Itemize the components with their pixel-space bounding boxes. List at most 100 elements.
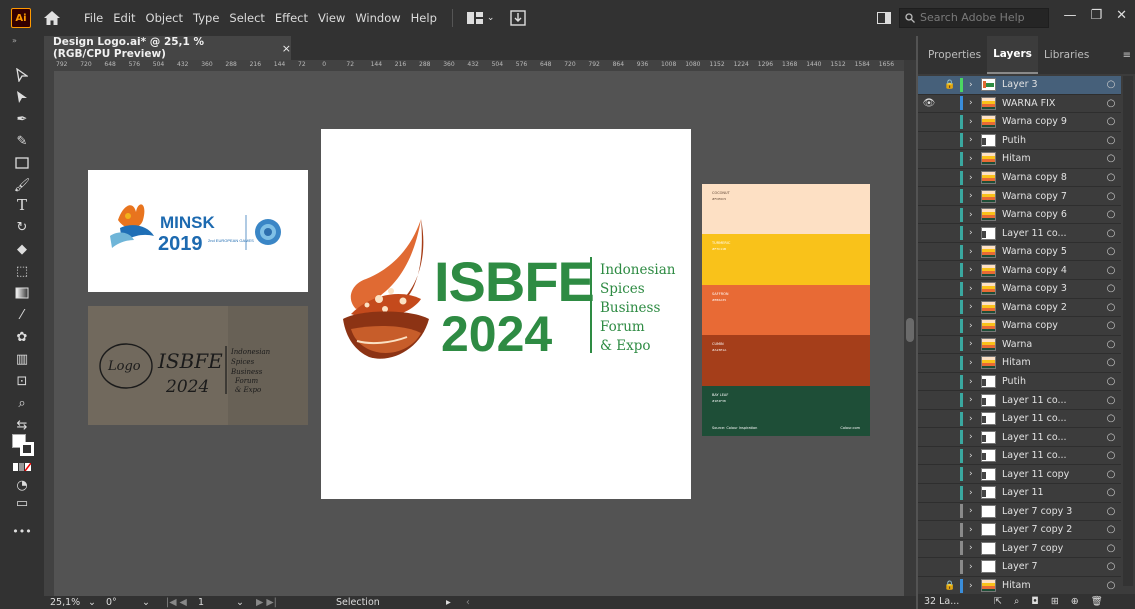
layer-row[interactable]: › Layer 7 copy ○ bbox=[918, 540, 1121, 559]
palette-swatch[interactable]: TURMERIC #F7C11B bbox=[702, 234, 870, 285]
zoom-dropdown-icon[interactable]: ⌄ bbox=[88, 597, 106, 608]
layer-row[interactable]: 🔒 › Hitam ○ bbox=[918, 577, 1121, 596]
lock-icon[interactable]: 🔒 bbox=[940, 80, 960, 90]
shape-builder-tool-icon[interactable]: ⬚ bbox=[12, 262, 32, 280]
menu-edit[interactable]: Edit bbox=[108, 11, 140, 25]
restore-icon[interactable]: ❐ bbox=[1090, 8, 1102, 23]
pen-tool-icon[interactable]: ✒ bbox=[12, 110, 32, 128]
palette-swatch[interactable]: COCONUT #FCE0C5 bbox=[702, 184, 870, 235]
panel-menu-icon[interactable]: ≡ bbox=[1123, 50, 1131, 61]
color-palette-artboard[interactable]: COCONUT #FCE0C5 TURMERIC #F7C11B SAFFRON #E86… bbox=[702, 184, 870, 436]
close-tab-icon[interactable]: × bbox=[282, 42, 291, 55]
chevron-right-icon[interactable]: › bbox=[969, 395, 981, 405]
layer-row[interactable]: › Hitam ○ bbox=[918, 354, 1121, 373]
layer-name[interactable]: Layer 11 bbox=[1002, 487, 1101, 498]
chevron-right-icon[interactable]: › bbox=[969, 135, 981, 145]
eyedropper-tool-icon[interactable]: ⁄ bbox=[12, 306, 32, 324]
layer-row[interactable]: › Warna copy 6 ○ bbox=[918, 206, 1121, 225]
layer-row[interactable]: › Putih ○ bbox=[918, 132, 1121, 151]
chevron-right-icon[interactable]: › bbox=[969, 98, 981, 108]
layer-name[interactable]: Warna copy 2 bbox=[1002, 302, 1101, 313]
target-circle-icon[interactable]: ○ bbox=[1101, 413, 1121, 424]
layer-row[interactable]: 👁 › WARNA FIX ○ bbox=[918, 95, 1121, 114]
selection-tool-icon[interactable] bbox=[12, 66, 32, 84]
chevron-right-icon[interactable]: › bbox=[969, 339, 981, 349]
layer-row[interactable]: › Layer 7 copy 2 ○ bbox=[918, 521, 1121, 540]
chevron-right-icon[interactable]: › bbox=[969, 154, 981, 164]
target-circle-icon[interactable]: ○ bbox=[1101, 153, 1121, 164]
menu-type[interactable]: Type bbox=[188, 11, 224, 25]
layer-name[interactable]: Layer 11 co... bbox=[1002, 395, 1101, 406]
arrange-documents-button[interactable]: ⌄ bbox=[466, 12, 494, 24]
layer-name[interactable]: Layer 7 bbox=[1002, 561, 1101, 572]
locate-object-icon[interactable]: ⌕ bbox=[1014, 596, 1019, 607]
layer-row[interactable]: › Layer 11 ○ bbox=[918, 484, 1121, 503]
share-button[interactable] bbox=[510, 10, 527, 26]
layer-name[interactable]: Warna copy bbox=[1002, 320, 1101, 331]
first-artboard-icon[interactable]: |◀ ◀ bbox=[166, 597, 198, 608]
target-circle-icon[interactable]: ○ bbox=[1101, 135, 1121, 146]
next-artboard-icon[interactable]: ▶ ▶| bbox=[256, 597, 336, 608]
vertical-ruler[interactable] bbox=[44, 71, 54, 596]
chevron-right-icon[interactable]: › bbox=[969, 173, 981, 183]
palette-swatch[interactable]: CUMIN #A23E1A bbox=[702, 335, 870, 386]
more-tools-icon[interactable]: ••• bbox=[12, 522, 32, 540]
layer-name[interactable]: Warna copy 5 bbox=[1002, 246, 1101, 257]
document-tab[interactable]: Design Logo.ai* @ 25,1 % (RGB/CPU Previe… bbox=[44, 36, 291, 60]
target-circle-icon[interactable]: ○ bbox=[1101, 580, 1121, 591]
layer-row[interactable]: › Hitam ○ bbox=[918, 150, 1121, 169]
symbol-sprayer-tool-icon[interactable]: ✿ bbox=[12, 328, 32, 346]
chevron-right-icon[interactable]: › bbox=[969, 117, 981, 127]
chevron-right-icon[interactable]: › bbox=[969, 191, 981, 201]
layer-row[interactable]: › Layer 11 co... ○ bbox=[918, 410, 1121, 429]
layer-name[interactable]: Hitam bbox=[1002, 153, 1101, 164]
status-menu-icon[interactable]: ▸ bbox=[446, 597, 466, 608]
close-icon[interactable]: ✕ bbox=[1116, 8, 1127, 23]
artboard-tool-icon[interactable]: ⊡ bbox=[12, 372, 32, 390]
fill-stroke-swatch[interactable] bbox=[12, 434, 34, 456]
menu-help[interactable]: Help bbox=[406, 11, 442, 25]
chevron-right-icon[interactable]: › bbox=[969, 265, 981, 275]
chevron-right-icon[interactable]: › bbox=[969, 284, 981, 294]
sketch-reference-photo[interactable]: Logo ISBFE 2024 Indonesian Spices Busine… bbox=[88, 306, 308, 425]
zoom-tool-icon[interactable]: ⌕ bbox=[12, 394, 32, 412]
target-circle-icon[interactable]: ○ bbox=[1101, 357, 1121, 368]
graph-tool-icon[interactable]: ▥ bbox=[12, 350, 32, 368]
target-circle-icon[interactable]: ○ bbox=[1101, 506, 1121, 517]
target-circle-icon[interactable]: ○ bbox=[1101, 209, 1121, 220]
layer-name[interactable]: Layer 7 copy bbox=[1002, 543, 1101, 554]
layer-row[interactable]: › Layer 11 co... ○ bbox=[918, 447, 1121, 466]
chevron-right-icon[interactable]: › bbox=[969, 414, 981, 424]
horizontal-ruler[interactable]: 792 720 648 576 504 432 360 288 216 144 72 0 72 144 21… bbox=[54, 60, 904, 71]
chevron-right-icon[interactable]: › bbox=[969, 247, 981, 257]
layer-name[interactable]: Hitam bbox=[1002, 357, 1101, 368]
direct-selection-tool-icon[interactable] bbox=[12, 88, 32, 106]
layer-name[interactable]: Warna copy 9 bbox=[1002, 116, 1101, 127]
color-mode-icon[interactable] bbox=[12, 458, 32, 476]
draw-mode-icon[interactable]: ◔ bbox=[12, 476, 32, 494]
chevron-right-icon[interactable]: › bbox=[969, 469, 981, 479]
lock-icon[interactable]: 🔒 bbox=[940, 581, 960, 591]
target-circle-icon[interactable]: ○ bbox=[1101, 376, 1121, 387]
layer-name[interactable]: Warna copy 3 bbox=[1002, 283, 1101, 294]
minsk-reference-image[interactable]: MINSK 2019 2nd EUROPEAN GAMES bbox=[88, 170, 308, 292]
screen-mode-icon[interactable]: ▭ bbox=[12, 494, 32, 512]
eye-icon[interactable]: 👁 bbox=[918, 98, 940, 109]
home-icon[interactable] bbox=[43, 9, 61, 27]
target-circle-icon[interactable]: ○ bbox=[1101, 543, 1121, 554]
chevron-right-icon[interactable]: › bbox=[969, 80, 981, 90]
canvas-vertical-scrollbar[interactable] bbox=[904, 60, 916, 596]
chevron-right-icon[interactable]: › bbox=[969, 488, 981, 498]
chevron-right-icon[interactable]: › bbox=[969, 210, 981, 220]
target-circle-icon[interactable]: ○ bbox=[1101, 339, 1121, 350]
ruler-origin[interactable] bbox=[44, 60, 54, 71]
layer-name[interactable]: Warna copy 4 bbox=[1002, 265, 1101, 276]
layer-row[interactable]: › Warna copy 5 ○ bbox=[918, 243, 1121, 262]
layer-row[interactable]: › Layer 11 co... ○ bbox=[918, 391, 1121, 410]
layer-name[interactable]: WARNA FIX bbox=[1002, 98, 1101, 109]
target-circle-icon[interactable]: ○ bbox=[1101, 246, 1121, 257]
layer-name[interactable]: Layer 3 bbox=[1002, 79, 1101, 90]
curvature-tool-icon[interactable]: ✎ bbox=[12, 132, 32, 150]
layer-row[interactable]: › Layer 7 ○ bbox=[918, 558, 1121, 577]
target-circle-icon[interactable]: ○ bbox=[1101, 228, 1121, 239]
